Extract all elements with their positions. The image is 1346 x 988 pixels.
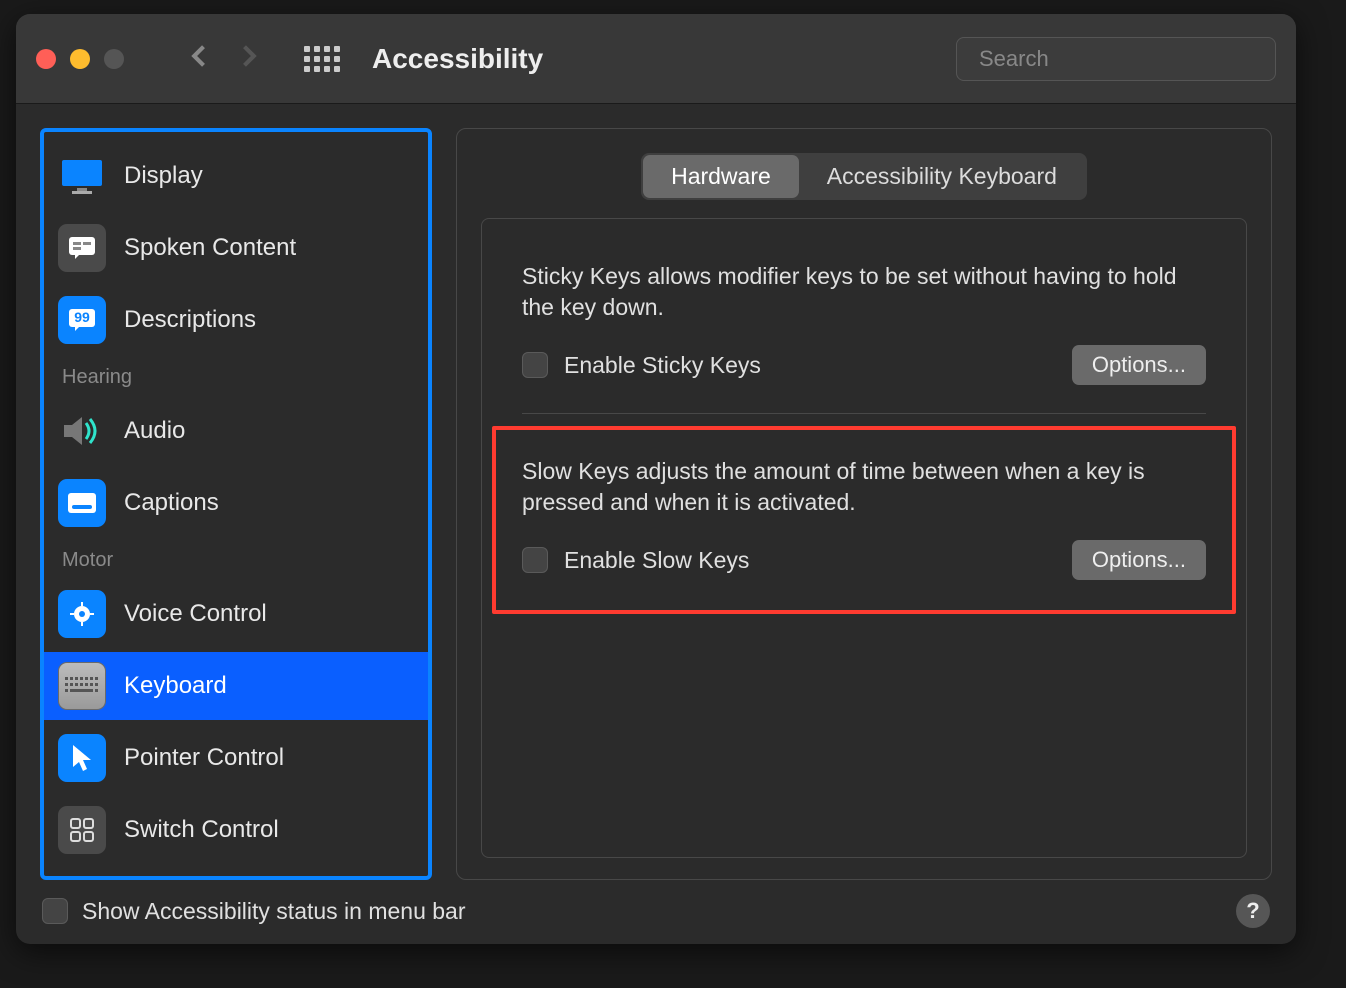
- help-button[interactable]: ?: [1236, 894, 1270, 928]
- switch-control-icon: [58, 806, 106, 854]
- sidebar-item-label: Captions: [124, 489, 219, 517]
- footer: Show Accessibility status in menu bar ?: [16, 880, 1296, 944]
- display-icon: [58, 152, 106, 200]
- sidebar-category-hearing: Hearing: [44, 358, 428, 393]
- sticky-keys-options-button[interactable]: Options...: [1072, 345, 1206, 385]
- svg-text:99: 99: [74, 309, 90, 325]
- slow-keys-description: Slow Keys adjusts the amount of time bet…: [522, 456, 1206, 518]
- sidebar-item-display[interactable]: Display: [44, 142, 428, 210]
- sidebar-item-spoken-content[interactable]: Spoken Content: [44, 214, 428, 282]
- minimize-window-button[interactable]: [70, 49, 90, 69]
- window-controls: [36, 49, 124, 69]
- audio-icon: [58, 407, 106, 455]
- titlebar: Accessibility: [16, 14, 1296, 104]
- body: Display Spoken Content 99 Descriptions H…: [16, 104, 1296, 880]
- sidebar-item-keyboard[interactable]: Keyboard: [44, 652, 428, 720]
- enable-sticky-keys-checkbox[interactable]: [522, 352, 548, 378]
- sticky-keys-description: Sticky Keys allows modifier keys to be s…: [522, 261, 1206, 323]
- slow-keys-options-button[interactable]: Options...: [1072, 540, 1206, 580]
- enable-sticky-keys-label: Enable Sticky Keys: [564, 352, 761, 379]
- tab-hardware[interactable]: Hardware: [643, 155, 799, 198]
- descriptions-icon: 99: [58, 296, 106, 344]
- content-pane: Hardware Accessibility Keyboard Sticky K…: [456, 128, 1272, 880]
- back-button[interactable]: [186, 40, 214, 78]
- forward-button[interactable]: [234, 40, 262, 78]
- sidebar-item-label: Keyboard: [124, 672, 227, 700]
- tab-accessibility-keyboard[interactable]: Accessibility Keyboard: [799, 155, 1085, 198]
- sidebar-item-descriptions[interactable]: 99 Descriptions: [44, 286, 428, 354]
- show-status-menubar-checkbox[interactable]: [42, 898, 68, 924]
- sidebar-item-captions[interactable]: Captions: [44, 469, 428, 537]
- sidebar-item-label: Switch Control: [124, 816, 279, 844]
- window-title: Accessibility: [372, 43, 543, 75]
- sidebar-category-motor: Motor: [44, 541, 428, 576]
- sidebar-item-switch-control[interactable]: Switch Control: [44, 796, 428, 864]
- enable-slow-keys-checkbox[interactable]: [522, 547, 548, 573]
- spoken-content-icon: [58, 224, 106, 272]
- keyboard-icon: [58, 662, 106, 710]
- sidebar-item-label: Descriptions: [124, 306, 256, 334]
- search-input[interactable]: [979, 46, 1267, 72]
- sidebar-item-label: Voice Control: [124, 600, 267, 628]
- sidebar-item-voice-control[interactable]: Voice Control: [44, 580, 428, 648]
- tab-bar: Hardware Accessibility Keyboard: [481, 153, 1247, 200]
- section-divider: [522, 413, 1206, 414]
- captions-icon: [58, 479, 106, 527]
- pointer-control-icon: [58, 734, 106, 782]
- sidebar-item-label: Display: [124, 162, 203, 190]
- search-field[interactable]: [956, 37, 1276, 81]
- sticky-keys-section: Sticky Keys allows modifier keys to be s…: [522, 255, 1206, 391]
- slow-keys-section: Slow Keys adjusts the amount of time bet…: [522, 450, 1206, 586]
- sidebar-item-label: Pointer Control: [124, 744, 284, 772]
- sidebar-item-label: Audio: [124, 417, 185, 445]
- voice-control-icon: [58, 590, 106, 638]
- sidebar-item-audio[interactable]: Audio: [44, 397, 428, 465]
- sidebar-item-label: Spoken Content: [124, 234, 296, 262]
- sidebar-item-pointer-control[interactable]: Pointer Control: [44, 724, 428, 792]
- enable-slow-keys-label: Enable Slow Keys: [564, 547, 749, 574]
- hardware-panel: Sticky Keys allows modifier keys to be s…: [481, 218, 1247, 858]
- slow-keys-highlight: Slow Keys adjusts the amount of time bet…: [492, 426, 1236, 614]
- show-status-menubar-label: Show Accessibility status in menu bar: [82, 898, 466, 925]
- show-all-icon[interactable]: [304, 46, 340, 72]
- sidebar-focus-ring: Display Spoken Content 99 Descriptions H…: [40, 128, 432, 880]
- tab-group: Hardware Accessibility Keyboard: [641, 153, 1087, 200]
- zoom-window-button[interactable]: [104, 49, 124, 69]
- close-window-button[interactable]: [36, 49, 56, 69]
- preferences-window: Accessibility Display Spoke: [16, 14, 1296, 944]
- nav-arrows: [186, 40, 262, 78]
- sidebar[interactable]: Display Spoken Content 99 Descriptions H…: [44, 138, 428, 870]
